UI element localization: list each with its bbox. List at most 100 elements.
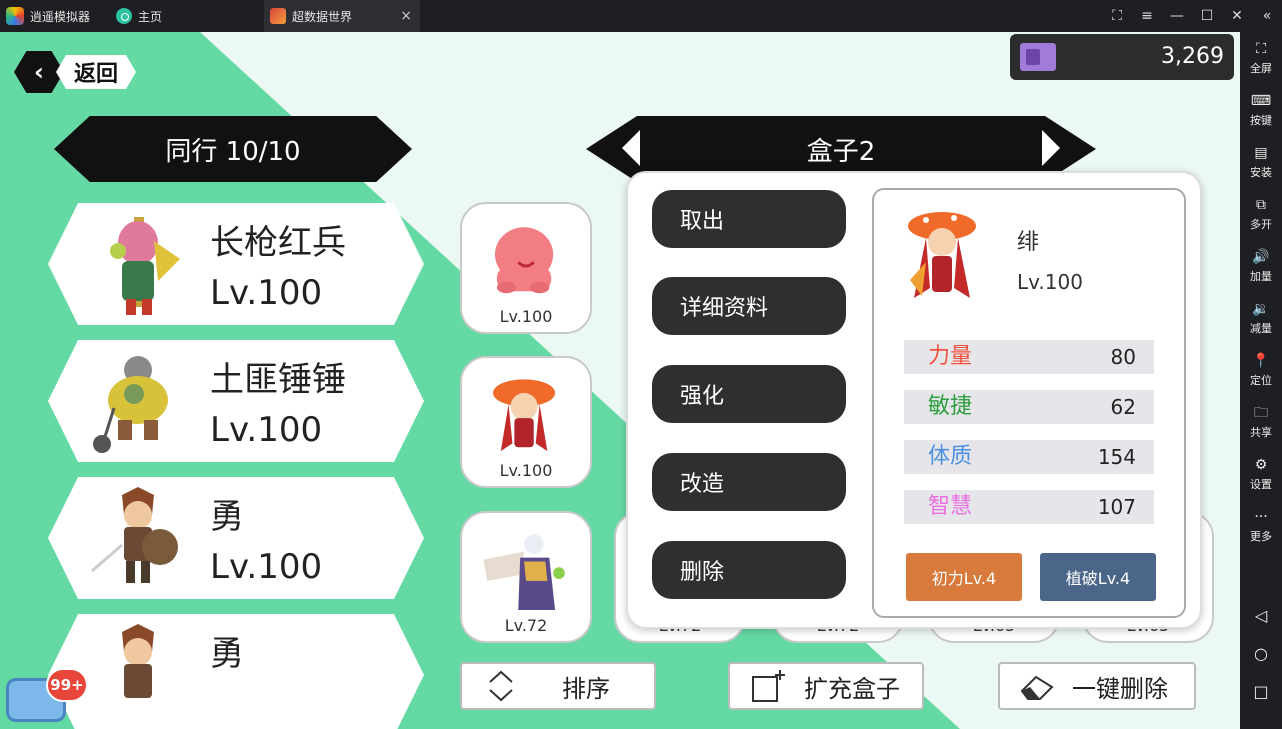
sidebar-label: 多开: [1250, 218, 1272, 231]
expand-box-button[interactable]: 扩充盒子: [728, 662, 924, 710]
recents-nav-icon[interactable]: □: [1240, 682, 1282, 701]
unit-name: 勇: [210, 634, 244, 674]
unit-name: 勇: [210, 497, 244, 537]
close-window-icon[interactable]: ✕: [1230, 8, 1244, 24]
sidebar-item-keymap[interactable]: ⌨ 按键: [1240, 92, 1282, 128]
enhance-button[interactable]: 强化: [652, 365, 846, 423]
party-card[interactable]: 勇 Lv.100: [48, 477, 424, 599]
emulator-sidebar: ⛶ 全屏 ⌨ 按键 ▤ 安装 ⧉ 多开 🔊 加量 🔉 减量 📍 定位 🗀 共享 …: [1240, 32, 1282, 729]
sidebar-item-volume-down[interactable]: 🔉 减量: [1240, 300, 1282, 336]
stat-label: 力量: [928, 344, 973, 369]
sidebar-item-more[interactable]: ··· 更多: [1240, 508, 1282, 544]
chat-button[interactable]: 99+: [4, 668, 88, 724]
keyboard-icon: ⌨: [1250, 93, 1272, 109]
stat-value: 154: [1097, 445, 1136, 469]
prev-box-arrow-icon[interactable]: [622, 130, 640, 166]
unit-level: Lv.100: [210, 547, 323, 587]
sidebar-label: 减量: [1250, 322, 1272, 335]
box-slot[interactable]: Lv.100: [460, 356, 592, 488]
unit-name: 土匪锤锤: [210, 360, 346, 400]
sidebar-label: 定位: [1250, 374, 1272, 387]
unit-name: 绯: [1017, 230, 1040, 255]
box-slot[interactable]: Lv.72: [460, 511, 592, 643]
stat-value: 107: [1097, 495, 1136, 519]
sidebar-item-settings[interactable]: ⚙ 设置: [1240, 456, 1282, 492]
expand-box-label: 扩充盒子: [804, 674, 900, 703]
home-nav-icon[interactable]: ○: [1240, 644, 1282, 663]
app-tab[interactable]: 逍遥模拟器: [0, 0, 106, 32]
delete-all-button[interactable]: 一键删除: [998, 662, 1196, 710]
sidebar-item-install[interactable]: ▤ 安装: [1240, 144, 1282, 180]
stat-row-agility: 敏捷 62: [904, 390, 1154, 424]
slot-level: Lv.100: [499, 307, 553, 326]
back-button[interactable]: ‹ 返回: [14, 51, 136, 93]
more-dots-icon: ···: [1254, 509, 1268, 525]
minimize-icon[interactable]: —: [1170, 8, 1184, 24]
collapse-sidebar-icon[interactable]: «: [1260, 8, 1274, 24]
emulator-window: 逍遥模拟器 主页 超数据世界 × ⛶ ≡ — ☐ ✕ « ⛶ 全屏 ⌨ 按键 ▤…: [0, 0, 1282, 729]
unit-level: Lv.100: [210, 273, 323, 313]
stat-row-wisdom: 智慧 107: [904, 490, 1154, 524]
location-pin-icon: 📍: [1252, 353, 1270, 369]
sidebar-item-fullscreen[interactable]: ⛶ 全屏: [1240, 40, 1282, 76]
sort-label: 排序: [562, 674, 610, 703]
maximize-icon[interactable]: ☐: [1200, 8, 1214, 24]
add-box-icon: [752, 670, 785, 702]
sort-button[interactable]: 排序: [460, 662, 656, 710]
slot-level: Lv.100: [499, 461, 553, 480]
box-title: 盒子2: [806, 136, 876, 167]
unit-portrait-sprite: [908, 212, 976, 298]
game-tab-label: 超数据世界: [292, 9, 353, 24]
screenshot-icon[interactable]: ⛶: [1110, 8, 1124, 24]
sidebar-label: 按键: [1250, 114, 1272, 127]
skill-button[interactable]: 初力Lv.4: [906, 553, 1022, 601]
volume-up-icon: 🔊: [1252, 249, 1270, 265]
game-tab[interactable]: 超数据世界 ×: [264, 0, 420, 32]
currency-value: 3,269: [1161, 44, 1224, 69]
gear-icon: ⚙: [1254, 457, 1268, 473]
ticket-icon: [1020, 43, 1056, 71]
chat-badge: 99+: [46, 668, 88, 702]
unit-action-popup: 取出 详细资料 强化 改造 删除 绯 Lv.100 力量 80 敏捷 62 体质…: [626, 171, 1202, 629]
back-nav-icon[interactable]: ◁: [1240, 606, 1282, 625]
delete-all-label: 一键删除: [1072, 674, 1168, 703]
game-screen: ‹ 返回 3,269 同行 10/10 盒子2 长枪红兵 Lv.100 土匪锤锤…: [0, 32, 1240, 729]
sidebar-item-volume-up[interactable]: 🔊 加量: [1240, 248, 1282, 284]
next-box-arrow-icon[interactable]: [1042, 130, 1060, 166]
unit-level: Lv.100: [1017, 270, 1083, 294]
stat-row-constitution: 体质 154: [904, 440, 1154, 474]
stat-value: 80: [1110, 345, 1136, 369]
sidebar-label: 全屏: [1250, 62, 1272, 75]
sidebar-label: 共享: [1250, 426, 1272, 439]
sidebar-label: 更多: [1250, 530, 1272, 543]
sidebar-label: 加量: [1250, 270, 1272, 283]
stat-value: 62: [1110, 395, 1136, 419]
party-card[interactable]: 土匪锤锤 Lv.100: [48, 340, 424, 462]
sort-icon: [489, 670, 513, 702]
unit-level: Lv.100: [210, 410, 323, 450]
skill-button[interactable]: 植破Lv.4: [1040, 553, 1156, 601]
menu-icon[interactable]: ≡: [1140, 8, 1154, 24]
take-out-button[interactable]: 取出: [652, 190, 846, 248]
app-name: 逍遥模拟器: [30, 9, 91, 24]
folder-icon: 🗀: [1254, 405, 1268, 421]
unit-detail-panel: 绯 Lv.100 力量 80 敏捷 62 体质 154 智慧 107 初力Lv.…: [872, 188, 1186, 618]
stat-label: 体质: [928, 444, 973, 469]
party-card[interactable]: 长枪红兵 Lv.100: [48, 203, 424, 325]
tab-close-icon[interactable]: ×: [400, 8, 412, 24]
red-spear-soldier-sprite: [110, 217, 180, 315]
modify-button[interactable]: 改造: [652, 453, 846, 511]
home-tab[interactable]: 主页: [110, 0, 260, 32]
sidebar-item-multi[interactable]: ⧉ 多开: [1240, 196, 1282, 232]
emulator-logo-icon: [6, 7, 24, 25]
box-slot[interactable]: Lv.100: [460, 202, 592, 334]
sidebar-item-location[interactable]: 📍 定位: [1240, 352, 1282, 388]
home-tab-label: 主页: [138, 9, 163, 24]
details-button[interactable]: 详细资料: [652, 277, 846, 335]
multi-instance-icon: ⧉: [1256, 197, 1266, 213]
game-icon: [270, 8, 286, 24]
delete-button[interactable]: 删除: [652, 541, 846, 599]
volume-down-icon: 🔉: [1252, 301, 1270, 317]
sidebar-item-share[interactable]: 🗀 共享: [1240, 404, 1282, 440]
party-card[interactable]: 勇: [48, 614, 424, 729]
